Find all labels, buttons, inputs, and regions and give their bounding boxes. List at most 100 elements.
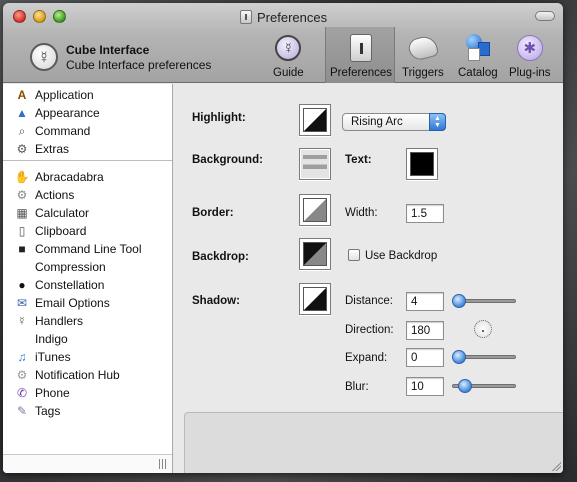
background-color-well[interactable] — [299, 148, 331, 180]
app-name: Cube Interface — [66, 43, 150, 57]
sidebar-item-label: Clipboard — [35, 224, 87, 238]
sidebar-item-label: Command — [35, 124, 91, 138]
sidebar-item-label: Appearance — [35, 106, 100, 120]
sidebar-item-itunes[interactable]: ♫ iTunes — [3, 348, 172, 366]
expand-slider-knob[interactable] — [452, 350, 466, 364]
expand-field[interactable] — [406, 348, 444, 367]
direction-field[interactable] — [406, 321, 444, 340]
sidebar-item-tags[interactable]: ✎ Tags — [3, 402, 172, 420]
sidebar-item-phone[interactable]: ✆ Phone — [3, 384, 172, 402]
expand-slider[interactable] — [452, 350, 516, 364]
cube-interface-icon: ☿ — [30, 43, 58, 71]
toolbar-preferences-label: Preferences — [330, 67, 393, 79]
command-icon: ⌕ — [18, 123, 26, 138]
appearance-panel: Highlight: Rising Arc ▲ ▼ Background: Tex… — [174, 84, 563, 473]
backdrop-color-well[interactable] — [299, 238, 331, 270]
sidebar-item-indigo[interactable]: Indigo — [3, 330, 172, 348]
phone-icon: ✆ — [16, 386, 28, 400]
popup-arrows-icon: ▲ ▼ — [429, 113, 446, 131]
use-backdrop-label: Use Backdrop — [365, 250, 438, 262]
appearance-icon: ▲ — [16, 106, 28, 120]
sidebar-resize-grip-icon[interactable] — [159, 459, 167, 469]
shadow-color-well[interactable] — [299, 283, 331, 315]
toolbar-catalog-button[interactable]: Catalog — [458, 33, 498, 79]
plugins-icon: ✱ — [516, 35, 543, 61]
sidebar-item-email-options[interactable]: ✉ Email Options — [3, 294, 172, 312]
sidebar-item-label: Tags — [35, 404, 61, 418]
highlight-style-value: Rising Arc — [351, 116, 403, 128]
app-subtitle: Cube Interface preferences — [66, 58, 212, 72]
email-icon: ✉ — [16, 296, 28, 310]
sidebar-item-label: iTunes — [35, 350, 71, 364]
toolbar-toggle-button[interactable] — [535, 11, 555, 21]
blur-slider-knob[interactable] — [458, 379, 472, 393]
toolbar-preferences-button[interactable]: Preferences — [330, 33, 392, 79]
window-resize-grip-icon[interactable] — [551, 461, 561, 471]
sidebar-item-abracadabra[interactable]: ✋ Abracadabra — [3, 168, 172, 186]
highlight-label: Highlight: — [192, 112, 246, 124]
sidebar-item-constellation[interactable]: ● Constellation — [3, 276, 172, 294]
sidebar-item-label: Actions — [35, 188, 75, 202]
sidebar-item-calculator[interactable]: ▦ Calculator — [3, 204, 172, 222]
notification-icon: ⚙ — [16, 368, 28, 382]
text-color-well[interactable] — [406, 148, 438, 180]
sidebar-item-actions[interactable]: ⚙ Actions — [3, 186, 172, 204]
text-label: Text: — [345, 154, 372, 166]
sidebar-item-appearance[interactable]: ▲ Appearance — [3, 104, 172, 122]
distance-slider[interactable] — [452, 294, 516, 308]
sidebar-item-label: Indigo — [35, 332, 68, 346]
window-title-text: Preferences — [257, 9, 328, 25]
background-label: Background: — [192, 154, 263, 166]
clipboard-icon: ▯ — [18, 224, 26, 238]
sidebar-item-extras[interactable]: ⚙ Extras — [3, 140, 172, 158]
toolbar-plugins-button[interactable]: ✱ Plug-ins — [509, 33, 551, 79]
sidebar-item-notification-hub[interactable]: ⚙ Notification Hub — [3, 366, 172, 384]
toolbar-plugins-label: Plug-ins — [509, 67, 551, 79]
highlight-style-popup[interactable]: Rising Arc ▲ ▼ — [342, 113, 446, 131]
preview-area — [184, 412, 563, 473]
catalog-icon — [464, 34, 492, 62]
tags-icon: ✎ — [16, 404, 28, 418]
itunes-icon: ♫ — [17, 350, 27, 364]
shadow-label: Shadow: — [192, 295, 240, 307]
distance-label: Distance: — [345, 295, 393, 307]
preferences-icon — [350, 34, 372, 62]
close-button[interactable] — [13, 10, 26, 23]
sidebar-item-handlers[interactable]: ☿ Handlers — [3, 312, 172, 330]
sidebar-item-label: Command Line Tool — [35, 242, 142, 256]
extras-icon: ⚙ — [16, 142, 28, 156]
constellation-icon: ● — [18, 278, 26, 292]
preferences-title-icon — [240, 10, 252, 24]
border-color-well[interactable] — [299, 194, 331, 226]
sidebar-item-label: Notification Hub — [35, 368, 120, 382]
sidebar-item-label: Abracadabra — [35, 170, 104, 184]
application-icon: A — [17, 88, 27, 102]
direction-dial[interactable] — [474, 320, 492, 338]
toolbar-guide-label: Guide — [273, 67, 304, 79]
highlight-color-well[interactable] — [299, 104, 331, 136]
blur-field[interactable] — [406, 377, 444, 396]
handlers-icon: ☿ — [17, 314, 27, 328]
minimize-button[interactable] — [33, 10, 46, 23]
abracadabra-icon: ✋ — [14, 170, 30, 184]
sidebar-item-label: Calculator — [35, 206, 90, 220]
sidebar-item-clipboard[interactable]: ▯ Clipboard — [3, 222, 172, 240]
sidebar-item-command-line-tool[interactable]: ■ Command Line Tool — [3, 240, 172, 258]
width-field[interactable] — [406, 204, 444, 223]
zoom-button[interactable] — [53, 10, 66, 23]
sidebar-item-label: Handlers — [35, 314, 84, 328]
sidebar-item-compression[interactable]: Compression — [3, 258, 172, 276]
distance-field[interactable] — [406, 292, 444, 311]
sidebar-item-command[interactable]: ⌕ Command — [3, 122, 172, 140]
backdrop-label: Backdrop: — [192, 251, 249, 263]
sidebar-item-label: Constellation — [35, 278, 105, 292]
toolbar-guide-button[interactable]: ☿ Guide — [273, 33, 304, 79]
terminal-icon: ■ — [18, 242, 26, 256]
sidebar-item-application[interactable]: A Application — [3, 86, 172, 104]
distance-slider-knob[interactable] — [452, 294, 466, 308]
toolbar-triggers-button[interactable]: Triggers — [402, 33, 444, 79]
blur-slider[interactable] — [452, 379, 516, 393]
use-backdrop-checkbox[interactable] — [348, 249, 360, 261]
toolbar-triggers-label: Triggers — [402, 67, 444, 79]
direction-label: Direction: — [345, 324, 394, 336]
